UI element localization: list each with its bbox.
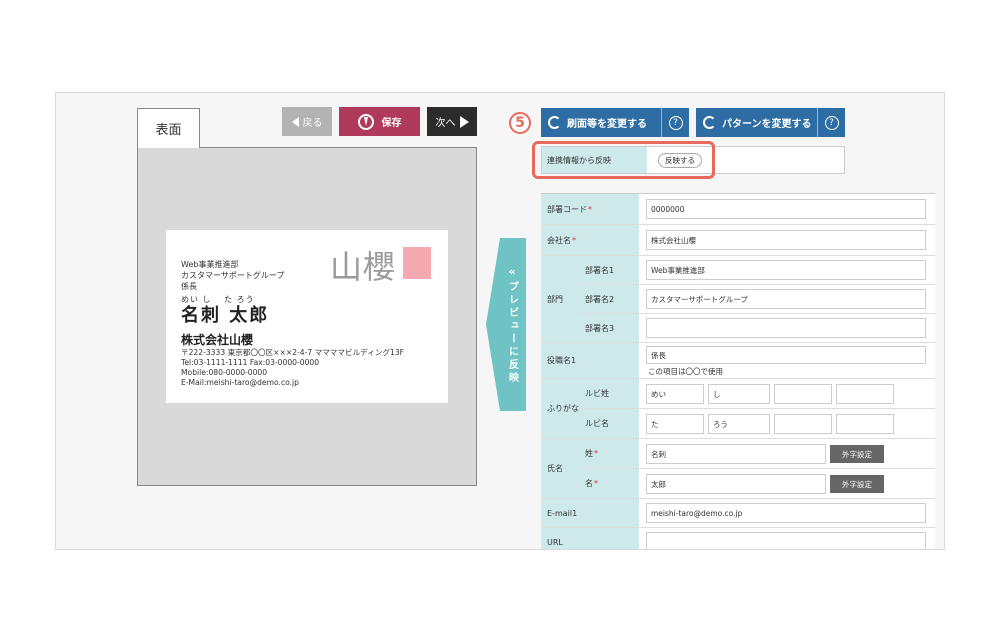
form-row-ruby-mei: ルビ名 た ろう: [579, 409, 935, 439]
highlight-box: [532, 141, 715, 179]
form-row-dept1: 部署名1 Web事業推進部: [579, 256, 935, 285]
form-row-url: URL: [541, 528, 935, 549]
card-mobile: Mobile:080-0000-0000: [181, 368, 268, 377]
ruby-mei-input[interactable]: た: [646, 414, 704, 434]
triangle-right-icon: [459, 115, 469, 128]
refresh-icon: [548, 116, 561, 129]
question-icon: ?: [824, 115, 839, 130]
form-row-email: E-mail1 meishi-taro@demo.co.jp: [541, 499, 935, 528]
next-button[interactable]: 次へ: [427, 107, 477, 136]
back-button[interactable]: 戻る: [282, 107, 332, 136]
email-input[interactable]: meishi-taro@demo.co.jp: [646, 503, 926, 523]
form-row-sei: 姓 * 名刺 外字設定: [579, 439, 935, 469]
card-name: 名刺 太郎: [181, 305, 270, 326]
ruby-mei-input[interactable]: [836, 414, 894, 434]
reflect-preview-label: プレビューに反映: [506, 280, 518, 385]
form-row-ruby-sei: ルビ姓 めい し: [579, 379, 935, 409]
form-row-dept3: 部署名3: [579, 314, 935, 343]
email-label: E-mail1: [541, 499, 639, 527]
ruby-sei-label: ルビ姓: [579, 379, 639, 408]
help-button[interactable]: ?: [661, 108, 689, 137]
ruby-sei-input[interactable]: [836, 384, 894, 404]
change-layout-label: 刷面等を変更する: [567, 119, 647, 130]
furigana-label: ふりがな: [541, 379, 579, 439]
ruby-mei-input[interactable]: ろう: [708, 414, 770, 434]
change-layout-button[interactable]: 刷面等を変更する ?: [541, 108, 689, 137]
save-label: 保存: [381, 118, 402, 129]
refresh-icon: [703, 116, 716, 129]
form-row-mei: 名 * 太郎 外字設定: [579, 469, 935, 499]
card-preview-area: 山櫻 Web事業推進部 カスタマーサポートグループ 係長 めい し た ろう 名…: [137, 147, 477, 486]
position-input[interactable]: 係長: [646, 346, 926, 364]
dept-code-input[interactable]: 0000000: [646, 199, 926, 219]
dept-code-label: 部署コード *: [541, 194, 639, 224]
dept-group-label: 部門: [541, 256, 579, 343]
form-row-position: 役職名1 係長 この項目は〇〇で使用: [541, 343, 935, 379]
card-dept2: カスタマーサポートグループ: [181, 271, 285, 280]
sei-label: 姓 *: [579, 439, 639, 468]
card-company: 株式会社山櫻: [181, 333, 254, 347]
business-card: 山櫻 Web事業推進部 カスタマーサポートグループ 係長 めい し た ろう 名…: [166, 230, 448, 403]
form-row-dept-code: 部署コード * 0000000: [541, 194, 935, 225]
url-input[interactable]: [646, 532, 926, 549]
dept2-label: 部署名2: [579, 285, 639, 313]
sei-input[interactable]: 名刺: [646, 444, 826, 464]
dept3-input[interactable]: [646, 318, 926, 338]
ruby-sei-input[interactable]: めい: [646, 384, 704, 404]
position-note: この項目は〇〇で使用: [648, 367, 723, 376]
card-dept1: Web事業推進部: [181, 260, 239, 269]
dept1-input[interactable]: Web事業推進部: [646, 260, 926, 280]
tab-front[interactable]: 表面: [137, 108, 200, 148]
editor-frame: 表面 山櫻 Web事業推進部 カスタマーサポートグループ 係長 めい し た ろ…: [55, 92, 945, 550]
mei-input[interactable]: 太郎: [646, 474, 826, 494]
back-label: 戻る: [302, 118, 323, 129]
external-char-button[interactable]: 外字設定: [830, 475, 884, 493]
card-address: 〒222-3333 東京都〇〇区×××2-4-7 ママママビルディング13F: [181, 348, 405, 357]
step-number-marker: 5: [509, 112, 531, 134]
download-icon: [357, 113, 374, 130]
card-email: E-Mail:meishi-taro@demo.co.jp: [181, 378, 299, 387]
next-label: 次へ: [435, 118, 456, 129]
ruby-mei-label: ルビ名: [579, 409, 639, 438]
fullname-label: 氏名: [541, 439, 579, 499]
logo-text: 山櫻: [330, 248, 397, 286]
mei-label: 名 *: [579, 469, 639, 498]
save-button[interactable]: 保存: [339, 107, 420, 136]
help-button[interactable]: ?: [817, 108, 845, 137]
change-pattern-button[interactable]: パターンを変更する ?: [696, 108, 845, 137]
dept2-input[interactable]: カスタマーサポートグループ: [646, 289, 926, 309]
question-icon: ?: [668, 115, 683, 130]
double-chevron-icon: «: [508, 264, 516, 278]
change-pattern-label: パターンを変更する: [722, 119, 812, 130]
company-label: 会社名 *: [541, 225, 639, 255]
external-char-button[interactable]: 外字設定: [830, 445, 884, 463]
triangle-left-icon: [291, 116, 299, 127]
form-row-dept2: 部署名2 カスタマーサポートグループ: [579, 285, 935, 314]
form-row-company: 会社名 * 株式会社山櫻: [541, 225, 935, 256]
ruby-sei-input[interactable]: し: [708, 384, 770, 404]
reflect-preview-toggle[interactable]: « プレビューに反映: [486, 238, 526, 411]
card-title: 係長: [181, 282, 197, 291]
dept1-label: 部署名1: [579, 256, 639, 284]
position-label: 役職名1: [541, 343, 639, 378]
url-label: URL: [541, 528, 639, 549]
ruby-sei-input[interactable]: [774, 384, 832, 404]
ruby-mei-input[interactable]: [774, 414, 832, 434]
card-contact-block: 〒222-3333 東京都〇〇区×××2-4-7 ママママビルディング13F T…: [181, 348, 404, 388]
card-tel-fax: Tel:03-1111-1111 Fax:03-0000-0000: [181, 358, 320, 367]
company-input[interactable]: 株式会社山櫻: [646, 230, 926, 250]
logo-mark: [403, 247, 431, 279]
card-dept-block: Web事業推進部 カスタマーサポートグループ 係長: [181, 259, 284, 292]
card-info-form: 部署コード * 0000000 会社名 * 株式会社山櫻 部門 部署名1 Web事業…: [541, 193, 935, 549]
dept3-label: 部署名3: [579, 314, 639, 342]
